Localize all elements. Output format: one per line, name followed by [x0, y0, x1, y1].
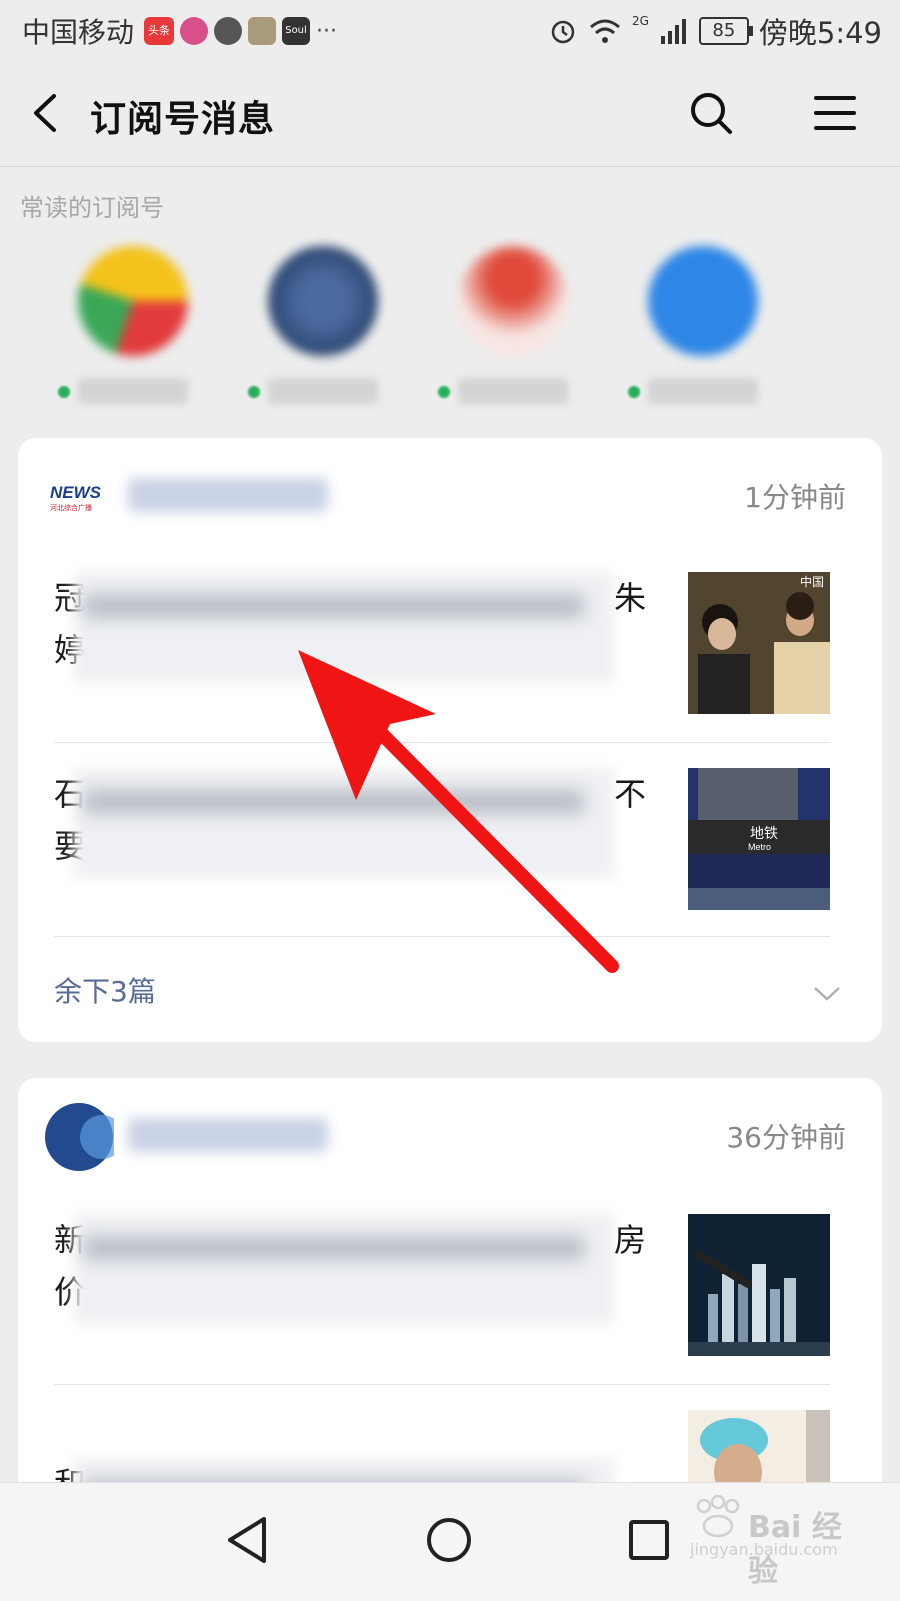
video-app-icon: [180, 17, 209, 45]
svg-text:地铁: 地铁: [750, 826, 778, 842]
article-title-end: 不: [614, 775, 647, 813]
account-name-blurred: [458, 378, 568, 404]
unread-dot: [628, 386, 640, 398]
frequent-subscriptions-list: [0, 240, 900, 420]
clock: 傍晚5:49: [758, 16, 882, 50]
card-header[interactable]: NEWS 河北综合广播 1分钟前: [18, 438, 882, 548]
article-item[interactable]: 冠 婷 朱 中国: [54, 572, 846, 722]
unread-dot: [438, 386, 450, 398]
paw-icon: [696, 1494, 740, 1538]
back-triangle-icon[interactable]: [214, 1505, 284, 1575]
svg-text:河北综合广播: 河北综合广播: [50, 503, 92, 512]
search-icon[interactable]: [686, 88, 736, 138]
wifi-icon: [589, 19, 620, 43]
battery-indicator: 85: [698, 17, 753, 45]
divider: [54, 742, 830, 743]
account-avatar: [268, 246, 378, 356]
recents-square-icon[interactable]: [614, 1505, 684, 1575]
back-arrow-icon[interactable]: [26, 90, 72, 136]
unread-dot: [58, 386, 70, 398]
account-avatar: [458, 246, 568, 356]
alarm-icon: [551, 20, 575, 44]
page-title: 订阅号消息: [90, 99, 276, 140]
timestamp: 36分钟前: [726, 1121, 846, 1154]
divider: [54, 936, 830, 937]
signal-icon: [660, 19, 686, 44]
economy-logo: [44, 1102, 124, 1171]
article-thumbnail: 地铁 Metro: [688, 768, 830, 910]
account-name-blurred: [648, 378, 758, 404]
chevron-down-icon[interactable]: [812, 984, 842, 1004]
account-name-blurred: [78, 378, 188, 404]
account-avatar: [648, 246, 758, 356]
card-header[interactable]: 36分钟前: [18, 1078, 882, 1188]
carrier-label: 中国移动: [22, 16, 135, 49]
subscription-card: NEWS 河北综合广播 1分钟前 冠 婷 朱 中国 石 要 不 地铁 Metro…: [18, 438, 882, 1042]
subscription-card: 36分钟前 新 价 房 和: [18, 1078, 882, 1498]
frequent-account-item[interactable]: [428, 240, 598, 410]
account-avatar: [78, 246, 188, 356]
blurred-title: [74, 768, 614, 878]
article-item[interactable]: 石 要 不 地铁 Metro: [54, 768, 846, 918]
baidu-jingyan-watermark: Bai 经验 jingyan.baidu.com: [690, 1494, 870, 1589]
article-title-end: 房: [614, 1221, 647, 1259]
svg-text:Metro: Metro: [748, 842, 771, 852]
toutiao-notification-icon: 头条: [144, 17, 175, 45]
frequent-account-item[interactable]: [238, 240, 408, 410]
blurred-title: [74, 572, 614, 682]
account-name-blurred: [268, 378, 378, 404]
frequent-account-item[interactable]: [48, 240, 218, 410]
article-thumbnail: [688, 1214, 830, 1356]
article-item[interactable]: 新 价 房: [54, 1214, 846, 1364]
status-bar: 中国移动 头条 Soul ··· 2G 85 傍晚5:49: [0, 0, 900, 62]
account-name-blurred: [128, 478, 328, 512]
remaining-articles-link[interactable]: 余下3篇: [54, 970, 156, 1010]
svg-text:中国: 中国: [800, 574, 824, 589]
soul-app-icon: Soul: [282, 17, 311, 45]
frequent-account-item[interactable]: [618, 240, 788, 410]
network-type-label: 2G: [631, 14, 649, 28]
watermark-subtext: jingyan.baidu.com: [690, 1540, 838, 1559]
timestamp: 1分钟前: [744, 481, 846, 514]
unread-dot: [248, 386, 260, 398]
article-title-end: 朱: [614, 579, 647, 617]
account-name-blurred: [128, 1118, 328, 1152]
chat-bubble-icon: [214, 17, 243, 45]
home-circle-icon[interactable]: [414, 1505, 484, 1575]
frequent-subscriptions-label: 常读的订阅号: [20, 194, 164, 222]
news-logo: NEWS 河北综合广播: [46, 468, 110, 532]
menu-icon[interactable]: [812, 90, 858, 136]
divider: [54, 1384, 830, 1385]
app-notification-icon: [248, 17, 277, 45]
blurred-title: [74, 1214, 614, 1324]
svg-text:NEWS: NEWS: [50, 483, 102, 502]
article-thumbnail: 中国: [688, 572, 830, 714]
more-notifications-icon: ···: [316, 18, 337, 44]
top-nav-bar: 订阅号消息: [0, 62, 900, 167]
